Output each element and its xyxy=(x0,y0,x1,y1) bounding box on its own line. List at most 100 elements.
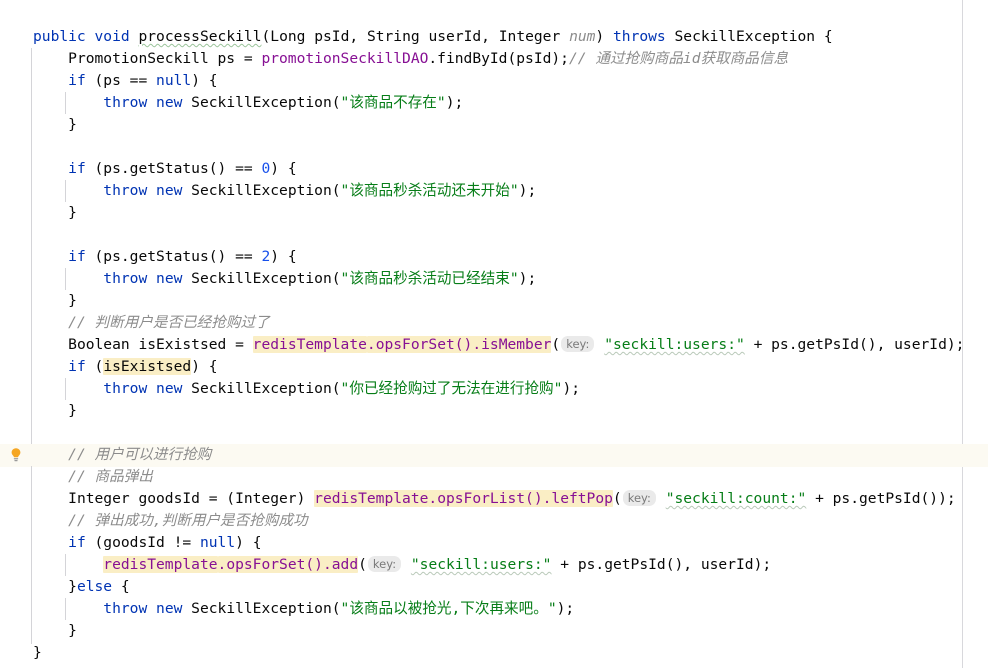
code-line[interactable] xyxy=(0,136,988,158)
code-token: redisTemplate xyxy=(314,490,429,507)
editor-gutter[interactable] xyxy=(0,0,31,668)
code-token: Integer goodsId = (Integer) xyxy=(68,490,315,507)
code-token: ) { xyxy=(235,534,262,551)
code-line[interactable]: throw new SeckillException("该商品秒杀活动已经结束"… xyxy=(0,268,988,290)
code-token: throw xyxy=(103,182,148,199)
code-token: throw xyxy=(103,270,148,287)
code-line[interactable]: if (goodsId != null) { xyxy=(0,532,988,554)
code-token: 用户可以进行抢购 xyxy=(94,446,212,463)
code-line[interactable]: } xyxy=(0,620,988,642)
code-token: "该商品秒杀活动已经结束" xyxy=(340,270,519,287)
code-token: ) { xyxy=(270,160,297,177)
code-token: 判断用户是否已经抢购过了 xyxy=(94,314,270,331)
code-line[interactable]: Boolean isExistsed = redisTemplate.opsFo… xyxy=(0,334,988,356)
code-token: public xyxy=(33,28,86,45)
code-line[interactable]: throw new SeckillException("该商品不存在"); xyxy=(0,92,988,114)
code-line[interactable]: } xyxy=(0,400,988,422)
code-token: 通过抢购商品id获取商品信息 xyxy=(595,50,789,67)
code-token: + ps.getPsId()); xyxy=(806,490,956,507)
code-line[interactable]: // 判断用户是否已经抢购过了 xyxy=(0,312,988,334)
code-token: void xyxy=(94,28,130,45)
code-token: (goodsId != xyxy=(85,534,200,551)
code-editor[interactable]: public void processSeckill(Long psId, St… xyxy=(0,0,988,668)
code-lines[interactable]: public void processSeckill(Long psId, St… xyxy=(0,26,988,664)
code-line[interactable] xyxy=(0,224,988,246)
code-line[interactable]: } xyxy=(0,290,988,312)
code-token: ) { xyxy=(270,248,297,265)
code-token: } xyxy=(68,578,77,595)
code-line[interactable]: // 弹出成功,判断用户是否抢购成功 xyxy=(0,510,988,532)
code-token: } xyxy=(68,116,77,133)
code-token: throw xyxy=(103,380,148,397)
code-line[interactable]: throw new SeckillException("该商品秒杀活动还未开始"… xyxy=(0,180,988,202)
code-token: // xyxy=(68,446,95,463)
code-token: processSeckill xyxy=(138,28,262,45)
code-token: 弹出成功,判断用户是否抢购成功 xyxy=(94,512,308,529)
code-line[interactable]: if (ps == null) { xyxy=(0,70,988,92)
code-token: SeckillException( xyxy=(182,94,341,111)
code-line[interactable]: PromotionSeckill ps = promotionSeckillDA… xyxy=(0,48,988,70)
code-token: "seckill:users:" xyxy=(410,556,552,573)
code-token: 2 xyxy=(261,248,271,265)
code-token: "该商品秒杀活动还未开始" xyxy=(340,182,519,199)
code-line[interactable]: // 商品弹出 xyxy=(0,466,988,488)
code-token: // xyxy=(568,50,596,67)
code-token: (ps.getStatus() == xyxy=(85,160,262,177)
code-token: new xyxy=(156,94,183,111)
code-token: throws xyxy=(613,28,666,45)
inlay-parameter-hint: key: xyxy=(622,490,656,506)
code-line[interactable]: // 用户可以进行抢购 xyxy=(0,444,988,466)
code-line[interactable]: if (ps.getStatus() == 0) { xyxy=(0,158,988,180)
code-token: ); xyxy=(562,380,581,397)
inlay-parameter-hint: key: xyxy=(561,336,595,352)
code-token: ); xyxy=(445,94,464,111)
code-token: + ps.getPsId(), userId); xyxy=(744,336,965,353)
code-token: new xyxy=(156,270,183,287)
code-token: redisTemplate xyxy=(252,336,367,353)
code-token: "你已经抢购过了无法在进行抢购" xyxy=(340,380,563,397)
code-line[interactable]: } xyxy=(0,114,988,136)
code-line[interactable]: if (ps.getStatus() == 2) { xyxy=(0,246,988,268)
code-token: SeckillException( xyxy=(182,182,341,199)
code-line[interactable]: public void processSeckill(Long psId, St… xyxy=(0,26,988,48)
code-line[interactable]: } xyxy=(0,642,988,664)
code-line[interactable] xyxy=(0,422,988,444)
lightbulb-icon[interactable] xyxy=(8,447,24,463)
code-line[interactable]: throw new SeckillException("你已经抢购过了无法在进行… xyxy=(0,378,988,400)
code-token: (ps == xyxy=(85,72,157,89)
code-token: if xyxy=(68,248,86,265)
code-line[interactable]: throw new SeckillException("该商品以被抢光,下次再来… xyxy=(0,598,988,620)
code-token: ( xyxy=(612,490,622,507)
code-line[interactable]: } xyxy=(0,202,988,224)
code-line[interactable]: redisTemplate.opsForSet().add(key: "seck… xyxy=(0,554,988,576)
code-token: Long xyxy=(270,28,306,45)
code-line[interactable]: if (isExistsed) { xyxy=(0,356,988,378)
code-line[interactable]: Integer goodsId = (Integer) redisTemplat… xyxy=(0,488,988,510)
code-token: ); xyxy=(556,600,575,617)
code-token: promotionSeckillDAO xyxy=(261,50,429,67)
code-token: null xyxy=(199,534,236,551)
code-line[interactable]: }else { xyxy=(0,576,988,598)
code-token: + ps.getPsId(), userId); xyxy=(551,556,772,573)
code-token: // xyxy=(68,512,95,529)
code-token: } xyxy=(33,644,42,661)
